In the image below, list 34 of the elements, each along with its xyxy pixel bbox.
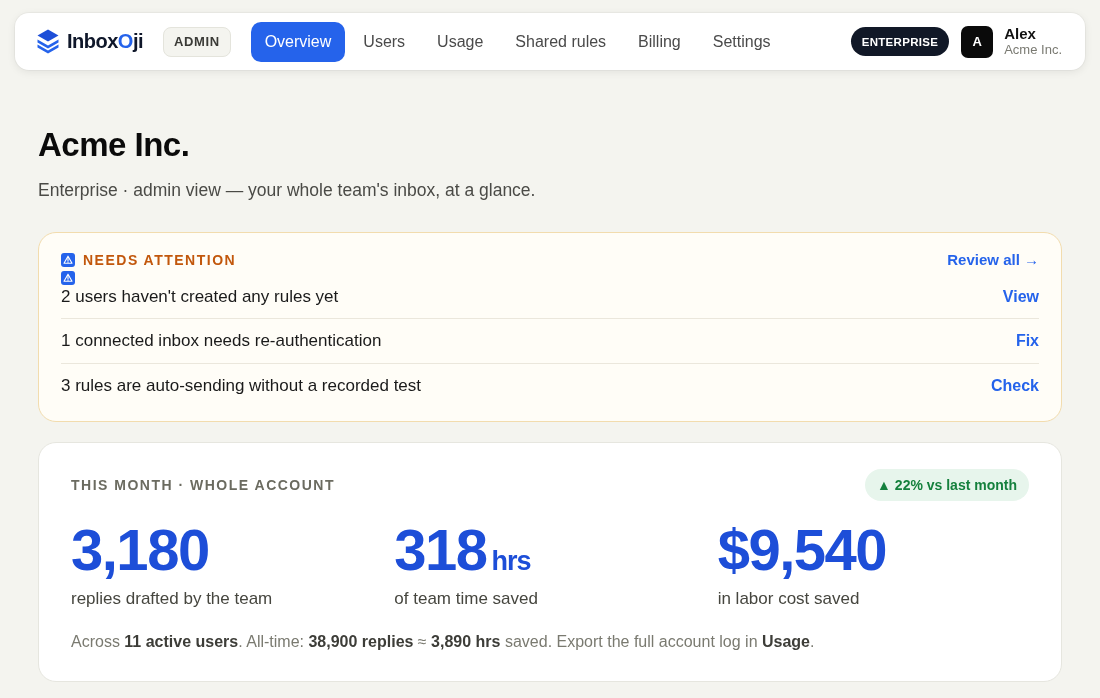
nav-tab[interactable]: Overview bbox=[250, 21, 346, 62]
nav-tab[interactable]: Users bbox=[349, 21, 420, 62]
role-badge: ADMIN bbox=[163, 26, 231, 57]
nav-tab[interactable]: Settings bbox=[698, 21, 785, 62]
metric-caption: in labor cost saved bbox=[717, 588, 860, 610]
stacked-layers-icon bbox=[37, 29, 59, 54]
attention-item-text: 3 rules are auto-sending without a recorded test bbox=[61, 376, 422, 396]
stats-heading: THIS MONTH · WHOLE ACCOUNT bbox=[71, 477, 335, 493]
attention-action-link[interactable]: Fix bbox=[1015, 331, 1039, 351]
warning-icon bbox=[61, 253, 75, 267]
metric-caption: replies drafted by the team bbox=[71, 588, 273, 610]
attention-heading: NEEDS ATTENTION bbox=[83, 251, 237, 269]
metric-unit: hrs bbox=[491, 546, 531, 576]
metric-value: 318 bbox=[394, 517, 487, 582]
attention-item-text: 2 users haven't created any rules yet bbox=[61, 287, 339, 307]
user-name: Alex bbox=[1004, 26, 1037, 42]
attention-action-link[interactable]: View bbox=[1002, 287, 1039, 307]
user-organization: Acme Inc. bbox=[1004, 42, 1062, 57]
nav-tab[interactable]: Billing bbox=[624, 21, 695, 62]
metric-caption: of team time saved bbox=[394, 588, 538, 610]
page-title: Acme Inc. bbox=[38, 126, 191, 164]
nav-tab[interactable]: Usage bbox=[423, 21, 498, 62]
metric-value: 3,180 bbox=[71, 517, 209, 582]
trend-badge: ▲ 22% vs last month bbox=[865, 469, 1029, 501]
logo-wordmark: InboxOji bbox=[67, 30, 144, 53]
user-avatar[interactable]: A bbox=[961, 25, 994, 58]
attention-item-text: 1 connected inbox needs re-authentication bbox=[61, 331, 382, 351]
page-subtitle: Enterprise · admin view — your whole team's inbox, at a glance. bbox=[38, 179, 537, 202]
attention-action-link[interactable]: Check bbox=[990, 376, 1039, 396]
metric-value: $9,540 bbox=[717, 517, 887, 582]
plan-badge: ENTERPRISE bbox=[850, 27, 950, 56]
stats-footnote: Across 11 active users. All-time: 38,900 replies ≈ 3,890 hrs saved. Export the full account log in Usage. bbox=[71, 632, 816, 652]
review-all-link[interactable]: Review all → bbox=[947, 250, 1039, 270]
nav-tab[interactable]: Shared rules bbox=[501, 21, 621, 62]
